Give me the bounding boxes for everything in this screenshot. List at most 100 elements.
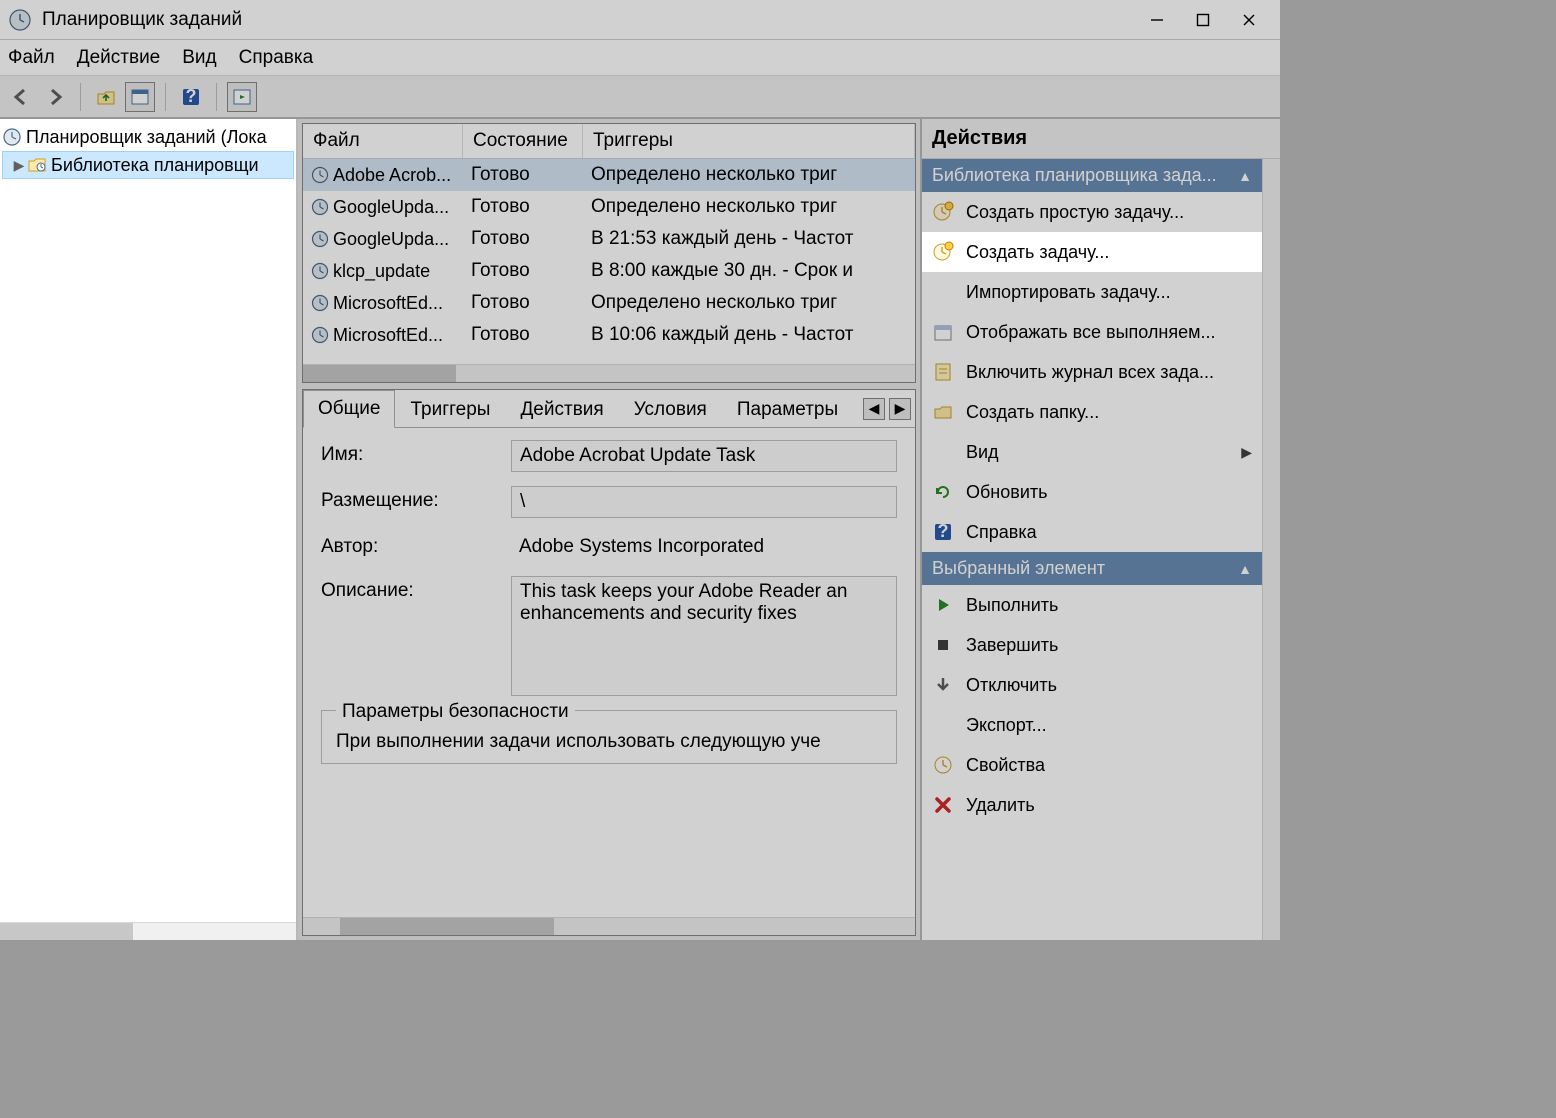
value-location: \ — [511, 486, 897, 518]
task-row[interactable]: MicrosoftEd...ГотовоВ 10:06 каждый день … — [303, 319, 915, 351]
menu-view[interactable]: Вид — [182, 47, 216, 69]
tree-root[interactable]: Планировщик заданий (Лока — [2, 123, 294, 151]
task-row[interactable]: klcp_updateГотовоВ 8:00 каждые 30 дн. - … — [303, 255, 915, 287]
tab-scroll-right[interactable]: ▶ — [889, 398, 911, 420]
tab-actions[interactable]: Действия — [505, 391, 618, 428]
action-item[interactable]: Удалить — [922, 785, 1262, 825]
task-row[interactable]: GoogleUpda... ГотовоОпределено несколько … — [303, 191, 915, 223]
action-label: Обновить — [966, 482, 1048, 503]
tree-hscrollbar[interactable] — [0, 922, 296, 940]
task-file: GoogleUpda... — [333, 197, 449, 218]
label-location: Размещение: — [321, 486, 511, 518]
label-author: Автор: — [321, 532, 511, 562]
maximize-button[interactable] — [1180, 0, 1226, 40]
refresh-icon — [932, 481, 954, 503]
clock-icon — [311, 198, 329, 216]
task-list-header: Файл Состояние Триггеры — [303, 124, 915, 159]
action-item[interactable]: Обновить — [922, 472, 1262, 512]
collapse-icon: ▲ — [1238, 168, 1252, 184]
security-text: При выполнении задачи использовать следу… — [336, 731, 882, 753]
action-item[interactable]: Выполнить — [922, 585, 1262, 625]
svg-text:?: ? — [938, 521, 949, 541]
clock-icon — [311, 262, 329, 280]
task-row[interactable]: Adobe Acrob...ГотовоОпределено несколько… — [303, 159, 915, 191]
label-description: Описание: — [321, 576, 511, 696]
action-item[interactable]: Отключить — [922, 665, 1262, 705]
value-name: Adobe Acrobat Update Task — [511, 440, 897, 472]
tab-general[interactable]: Общие — [303, 390, 395, 428]
task-file: MicrosoftEd... — [333, 293, 443, 314]
journal-icon — [932, 361, 954, 383]
tree-expander-icon[interactable]: ▶ — [11, 157, 27, 174]
task-file: MicrosoftEd... — [333, 325, 443, 346]
task-file: klcp_update — [333, 261, 430, 282]
action-item[interactable]: Включить журнал всех зада... — [922, 352, 1262, 392]
task-trigger: Определено несколько триг — [583, 196, 915, 218]
menubar: Файл Действие Вид Справка — [0, 40, 1280, 76]
action-item[interactable]: Отображать все выполняем... — [922, 312, 1262, 352]
action-label: Импортировать задачу... — [966, 282, 1171, 303]
nav-forward-button[interactable] — [40, 82, 70, 112]
clock-icon — [311, 230, 329, 248]
task-state: Готово — [463, 228, 583, 250]
minimize-button[interactable] — [1134, 0, 1180, 40]
collapse-icon: ▲ — [1238, 561, 1252, 577]
action-item[interactable]: Завершить — [922, 625, 1262, 665]
titlebar: Планировщик заданий — [0, 0, 1280, 40]
action-item[interactable]: Вид▶ — [922, 432, 1262, 472]
task-row[interactable]: GoogleUpda...ГотовоВ 21:53 каждый день -… — [303, 223, 915, 255]
action-item[interactable]: Создать простую задачу... — [922, 192, 1262, 232]
action-section-selected[interactable]: Выбранный элемент ▲ — [922, 552, 1262, 585]
close-button[interactable] — [1226, 0, 1272, 40]
security-legend: Параметры безопасности — [336, 701, 575, 723]
col-triggers[interactable]: Триггеры — [583, 124, 915, 158]
action-label: Создать папку... — [966, 402, 1099, 423]
action-section-library[interactable]: Библиотека планировщика зада... ▲ — [922, 159, 1262, 192]
toolbar: ? — [0, 76, 1280, 118]
action-label: Создать простую задачу... — [966, 202, 1184, 223]
task-trigger: Определено несколько триг — [583, 292, 915, 314]
tree-root-label: Планировщик заданий (Лока — [26, 127, 267, 148]
col-file[interactable]: Файл — [303, 124, 463, 158]
up-folder-button[interactable] — [91, 82, 121, 112]
play-icon — [932, 594, 954, 616]
tab-settings[interactable]: Параметры — [722, 391, 853, 428]
actions-pane: Действия Библиотека планировщика зада...… — [920, 119, 1280, 940]
menu-file[interactable]: Файл — [8, 47, 55, 69]
task-row[interactable]: MicrosoftEd... ГотовоОпределено несколько… — [303, 287, 915, 319]
tree-library-label: Библиотека планировщи — [51, 155, 259, 176]
run-pane-button[interactable] — [227, 82, 257, 112]
action-label: Справка — [966, 522, 1037, 543]
actions-vscrollbar[interactable] — [1262, 159, 1280, 940]
security-fieldset: Параметры безопасности При выполнении за… — [321, 710, 897, 764]
help-toolbar-button[interactable]: ? — [176, 82, 206, 112]
col-state[interactable]: Состояние — [463, 124, 583, 158]
detail-tabs: Общие Триггеры Действия Условия Параметр… — [303, 390, 915, 428]
tab-scroll-left[interactable]: ◀ — [863, 398, 885, 420]
task-list: Файл Состояние Триггеры Adobe Acrob...Го… — [302, 123, 916, 383]
task-trigger: В 10:06 каждый день - Частот — [583, 324, 915, 346]
task-state: Готово — [463, 196, 583, 218]
tab-conditions[interactable]: Условия — [619, 391, 722, 428]
action-item[interactable]: Создать папку... — [922, 392, 1262, 432]
value-author: Adobe Systems Incorporated — [511, 532, 897, 562]
action-label: Отображать все выполняем... — [966, 322, 1215, 343]
tab-triggers[interactable]: Триггеры — [395, 391, 505, 428]
clock-new-icon — [932, 241, 954, 263]
action-item[interactable]: Экспорт... — [922, 705, 1262, 745]
menu-help[interactable]: Справка — [239, 47, 314, 69]
menu-action[interactable]: Действие — [77, 47, 161, 69]
svg-text:?: ? — [186, 86, 197, 106]
action-item[interactable]: ? Справка — [922, 512, 1262, 552]
task-state: Готово — [463, 292, 583, 314]
clock-new-icon — [932, 201, 954, 223]
task-list-hscrollbar[interactable] — [303, 364, 915, 382]
action-item[interactable]: Импортировать задачу... — [922, 272, 1262, 312]
nav-back-button[interactable] — [6, 82, 36, 112]
action-item[interactable]: Создать задачу... — [922, 232, 1262, 272]
detail-hscrollbar[interactable] — [303, 917, 915, 935]
tree-library[interactable]: ▶ Библиотека планировщи — [2, 151, 294, 179]
main-area: Планировщик заданий (Лока ▶ Библиотека п… — [0, 118, 1280, 940]
properties-toolbar-button[interactable] — [125, 82, 155, 112]
action-item[interactable]: Свойства — [922, 745, 1262, 785]
